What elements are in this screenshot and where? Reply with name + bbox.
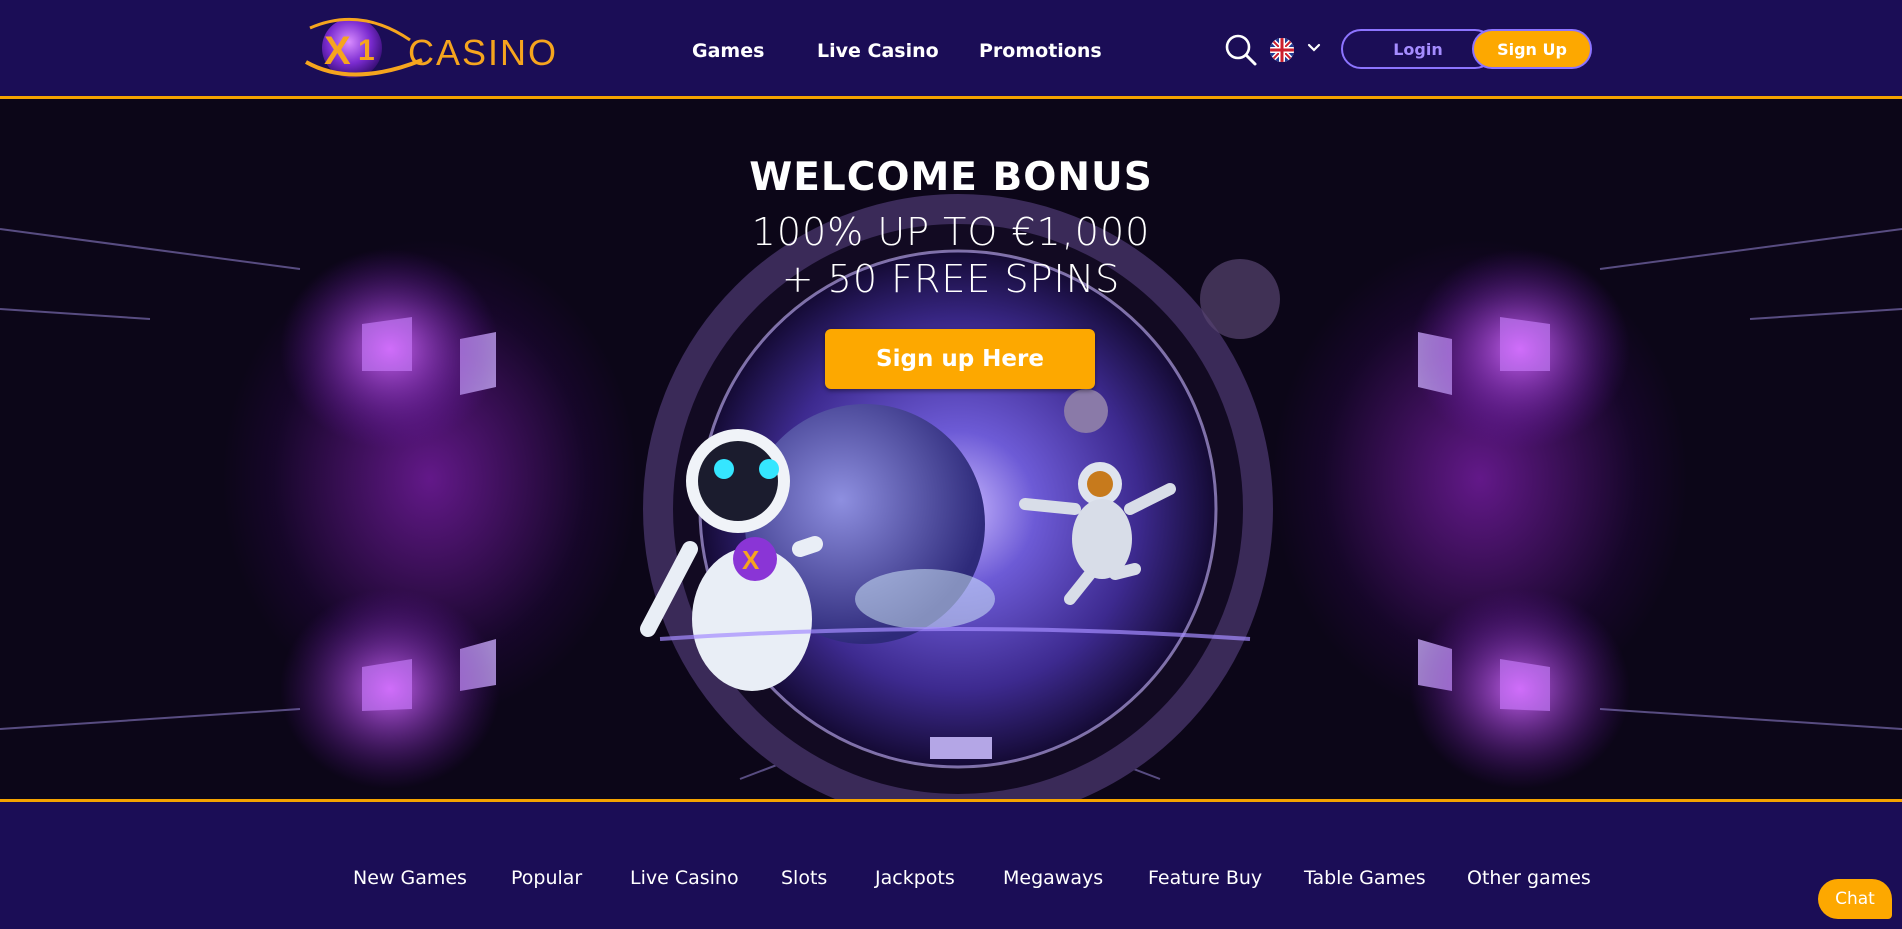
category-table-games[interactable]: Table Games	[1304, 867, 1426, 889]
signup-here-button[interactable]: Sign up Here	[825, 329, 1095, 389]
svg-text:X: X	[742, 545, 760, 575]
chevron-down-icon	[1307, 43, 1321, 52]
language-selector[interactable]	[1268, 36, 1328, 64]
category-popular[interactable]: Popular	[511, 867, 582, 889]
chat-button[interactable]: Chat	[1818, 879, 1892, 919]
hero-background-art: X	[0, 194, 1902, 799]
signup-button[interactable]: Sign Up	[1472, 29, 1592, 69]
search-icon[interactable]	[1224, 33, 1258, 67]
category-megaways[interactable]: Megaways	[1003, 867, 1103, 889]
category-other-games[interactable]: Other games	[1467, 867, 1591, 889]
category-feature-buy[interactable]: Feature Buy	[1148, 867, 1262, 889]
svg-text:1: 1	[358, 34, 375, 67]
site-header: X 1 CASINO Games Live Casino Promotions …	[0, 0, 1902, 99]
hero-banner: X WELCOME BONUS 100% UP TO €1,000 + 50 F…	[0, 99, 1902, 799]
logo[interactable]: X 1 CASINO	[300, 10, 556, 90]
category-live-casino[interactable]: Live Casino	[630, 867, 739, 889]
category-slots[interactable]: Slots	[781, 867, 827, 889]
nav-promotions[interactable]: Promotions	[979, 40, 1102, 62]
svg-text:X: X	[324, 29, 351, 73]
nav-games[interactable]: Games	[692, 40, 764, 62]
hero-title: WELCOME BONUS	[749, 155, 1153, 200]
category-new-games[interactable]: New Games	[353, 867, 467, 889]
hero-bonus-line: 100% UP TO €1,000	[751, 210, 1151, 254]
category-jackpots[interactable]: Jackpots	[875, 867, 955, 889]
game-category-bar: New Games Popular Live Casino Slots Jack…	[0, 802, 1902, 929]
logo-text: CASINO	[408, 32, 559, 73]
uk-flag-icon	[1270, 38, 1294, 62]
nav-live-casino[interactable]: Live Casino	[817, 40, 939, 62]
hero-spins-line: + 50 FREE SPINS	[781, 257, 1121, 301]
